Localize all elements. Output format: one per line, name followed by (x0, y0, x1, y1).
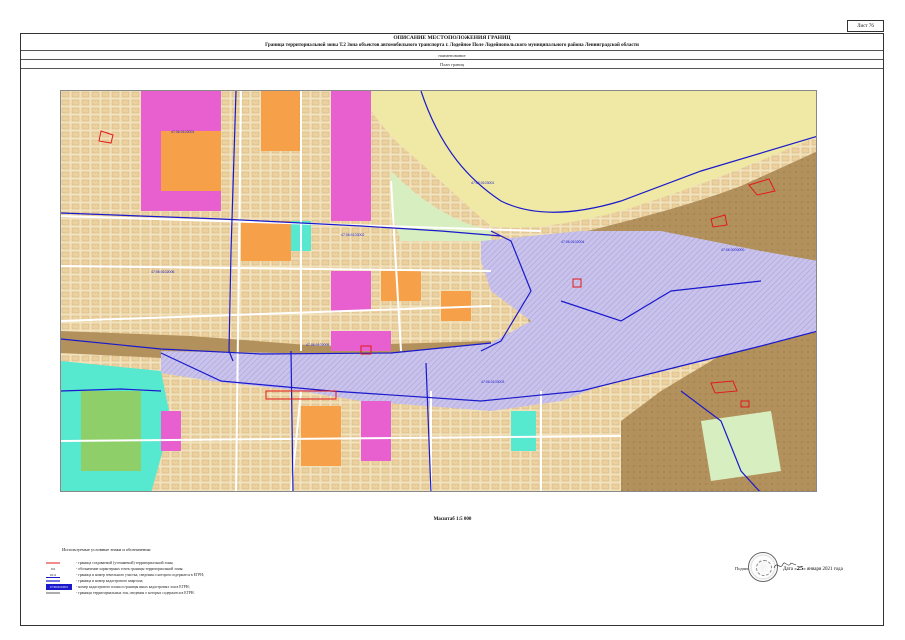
document-subtitle: Граница территориальной зоны Т.2 Зона об… (265, 43, 639, 48)
signature-block: Подпись Дата «25» января 2021 года (735, 552, 855, 582)
south-cyan (511, 411, 536, 451)
legend-item-other-zones: - границы территориальных зон, сведения … (46, 590, 286, 596)
orange-zone (161, 131, 221, 191)
header-title-row: ОПИСАНИЕ МЕСТОПОЛОЖЕНИЯ ГРАНИЦ Граница т… (21, 34, 883, 51)
document-title: ОПИСАНИЕ МЕСТОПОЛОЖЕНИЯ ГРАНИЦ (393, 35, 511, 41)
zone-label-0: 47:06:0102001 (171, 130, 194, 134)
zone-label-1: 47:06:0103002 (341, 233, 364, 237)
map-canvas: 47:06:0102001 47:06:0103002 47:06:010200… (61, 91, 816, 491)
sheet-number: Лист 76 (847, 20, 884, 32)
south-magenta (361, 401, 391, 461)
south-orange (301, 406, 341, 466)
zone-label-7: 47:06:0103003 (481, 380, 504, 384)
zone-label-3: 47:06:0102005 (306, 343, 329, 347)
south-green (81, 391, 141, 471)
mixed-zone (331, 91, 371, 221)
zone-label-2: 47:06:0102006 (151, 270, 174, 274)
header-plan-caption: План границ (21, 60, 883, 69)
zone-label-6: 47:06:0000000 (721, 248, 744, 252)
cadastral-map[interactable]: 47:06:0102001 47:06:0103002 47:06:010200… (60, 90, 817, 492)
dark-line-icon (46, 592, 60, 594)
map-scale: Масштаб 1:5 000 (433, 517, 472, 522)
legend-title: Используемые условные знаки и обозначени… (62, 547, 152, 552)
zone-label-5: 47:06:0102004 (561, 240, 584, 244)
legend-text: - границы территориальных зон, сведения … (76, 591, 195, 595)
orange-zone (381, 271, 421, 301)
zone-label-4: 47:06:0103001 (471, 181, 494, 185)
legend: Используемые условные знаки и обозначени… (46, 547, 286, 597)
mixed-zone (261, 91, 301, 151)
signature-date: Дата «25» января 2021 года (783, 565, 843, 572)
orange-zone (241, 221, 291, 261)
header-name-caption: наименование (21, 51, 883, 60)
south-magenta (161, 411, 181, 451)
mixed-zone (331, 271, 371, 311)
